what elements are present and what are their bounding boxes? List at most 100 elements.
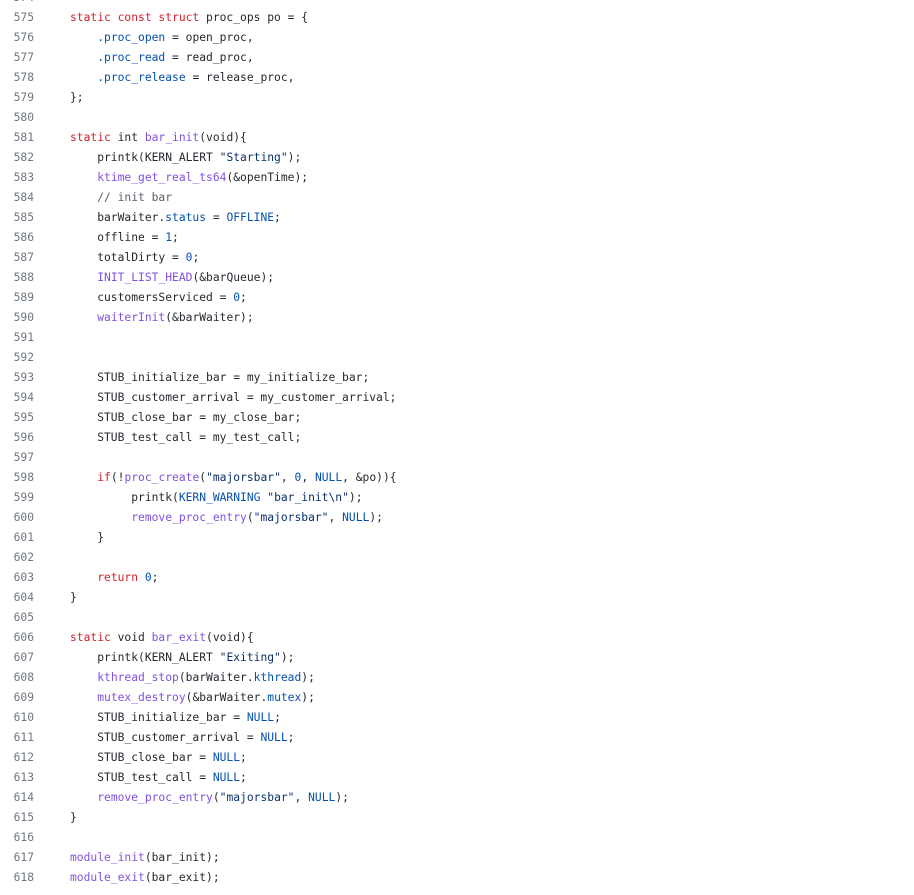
code-token: }; (70, 91, 84, 104)
line-code: mutex_destroy(&barWaiter.mutex); (70, 688, 914, 708)
line-code: totalDirty = 0; (70, 248, 914, 268)
line-number[interactable]: 604 (0, 588, 34, 608)
line-code: offline = 1; (70, 228, 914, 248)
line-number[interactable]: 611 (0, 728, 34, 748)
line-number[interactable]: 590 (0, 308, 34, 328)
code-token: ); (301, 691, 315, 704)
line-number[interactable]: 584 (0, 188, 34, 208)
line-number[interactable]: 616 (0, 828, 34, 848)
line-number[interactable]: 579 (0, 88, 34, 108)
line-number[interactable]: 610 (0, 708, 34, 728)
code-line: 580 (0, 108, 914, 128)
line-number[interactable]: 589 (0, 288, 34, 308)
line-number[interactable]: 613 (0, 768, 34, 788)
code-token: void (117, 631, 152, 644)
line-number[interactable]: 602 (0, 548, 34, 568)
code-token: ); (301, 671, 315, 684)
line-number[interactable]: 583 (0, 168, 34, 188)
code-token: ; (151, 571, 159, 584)
line-number[interactable]: 578 (0, 68, 34, 88)
line-code: STUB_initialize_bar = my_initialize_bar; (70, 368, 914, 388)
code-token: proc_ops po = { (206, 11, 309, 24)
line-number[interactable]: 609 (0, 688, 34, 708)
code-token: 1 (165, 231, 173, 244)
line-number[interactable]: 599 (0, 488, 34, 508)
line-number[interactable]: 618 (0, 868, 34, 888)
code-token: NULL (260, 731, 288, 744)
line-code: customersServiced = 0; (70, 288, 914, 308)
line-number[interactable]: 612 (0, 748, 34, 768)
line-number[interactable]: 594 (0, 388, 34, 408)
line-number[interactable]: 608 (0, 668, 34, 688)
code-token: module_init (70, 851, 145, 864)
line-number[interactable]: 582 (0, 148, 34, 168)
line-number[interactable]: 614 (0, 788, 34, 808)
code-token: (&barWaiter); (165, 311, 254, 324)
line-number[interactable]: 603 (0, 568, 34, 588)
line-code: STUB_initialize_bar = NULL; (70, 708, 914, 728)
code-line: 608 kthread_stop(barWaiter.kthread); (0, 668, 914, 688)
line-number[interactable]: 585 (0, 208, 34, 228)
code-token: (barWaiter. (178, 671, 254, 684)
code-token: , (280, 471, 295, 484)
code-token: ( (212, 791, 220, 804)
line-code: remove_proc_entry("majorsbar", NULL); (70, 508, 914, 528)
line-number[interactable]: 615 (0, 808, 34, 828)
line-number[interactable]: 598 (0, 468, 34, 488)
line-code: STUB_customer_arrival = my_customer_arri… (70, 388, 914, 408)
line-number[interactable]: 605 (0, 608, 34, 628)
code-token: "majorsbar" (219, 791, 295, 804)
code-token: ); (369, 511, 383, 524)
code-token: (void){ (206, 631, 254, 644)
code-token: barWaiter. (70, 211, 166, 224)
code-line: 594 STUB_customer_arrival = my_customer_… (0, 388, 914, 408)
code-line: 591 (0, 328, 914, 348)
line-number[interactable]: 591 (0, 328, 34, 348)
code-line: 615} (0, 808, 914, 828)
line-number[interactable]: 586 (0, 228, 34, 248)
line-number[interactable]: 574 (0, 0, 34, 8)
code-token: , (328, 511, 343, 524)
code-token: (bar_init); (144, 851, 220, 864)
line-number[interactable]: 593 (0, 368, 34, 388)
code-token: waiterInit (97, 311, 166, 324)
code-token: = open_proc, (165, 31, 254, 44)
code-token: = release_proc, (185, 71, 295, 84)
line-number[interactable]: 588 (0, 268, 34, 288)
line-number[interactable]: 607 (0, 648, 34, 668)
line-number[interactable]: 596 (0, 428, 34, 448)
line-number[interactable]: 587 (0, 248, 34, 268)
code-token: ); (287, 151, 302, 164)
code-token: remove_proc_entry (97, 791, 213, 804)
line-number[interactable]: 575 (0, 8, 34, 28)
code-token: "majorsbar" (206, 471, 281, 484)
code-token: ; (192, 251, 200, 264)
code-token: STUB_test_call = (70, 771, 213, 784)
line-number[interactable]: 606 (0, 628, 34, 648)
code-line: 588 INIT_LIST_HEAD(&barQueue); (0, 268, 914, 288)
line-number[interactable]: 592 (0, 348, 34, 368)
line-number[interactable]: 576 (0, 28, 34, 48)
line-number[interactable]: 600 (0, 508, 34, 528)
code-token: STUB_customer_arrival = my_customer_arri… (70, 391, 397, 404)
line-number[interactable]: 577 (0, 48, 34, 68)
line-number[interactable]: 595 (0, 408, 34, 428)
code-token: , &po)){ (342, 471, 397, 484)
line-number[interactable]: 601 (0, 528, 34, 548)
line-number[interactable]: 597 (0, 448, 34, 468)
code-view: 574575 static const struct proc_ops po = … (0, 0, 914, 888)
line-number[interactable]: 580 (0, 108, 34, 128)
code-token: totalDirty = (70, 251, 186, 264)
code-token: (&openTime); (226, 171, 309, 184)
line-number[interactable]: 581 (0, 128, 34, 148)
code-token: printk(KERN_ALERT (70, 651, 220, 664)
code-token: = (206, 211, 227, 224)
code-token: return (97, 571, 145, 584)
line-number[interactable]: 617 (0, 848, 34, 868)
